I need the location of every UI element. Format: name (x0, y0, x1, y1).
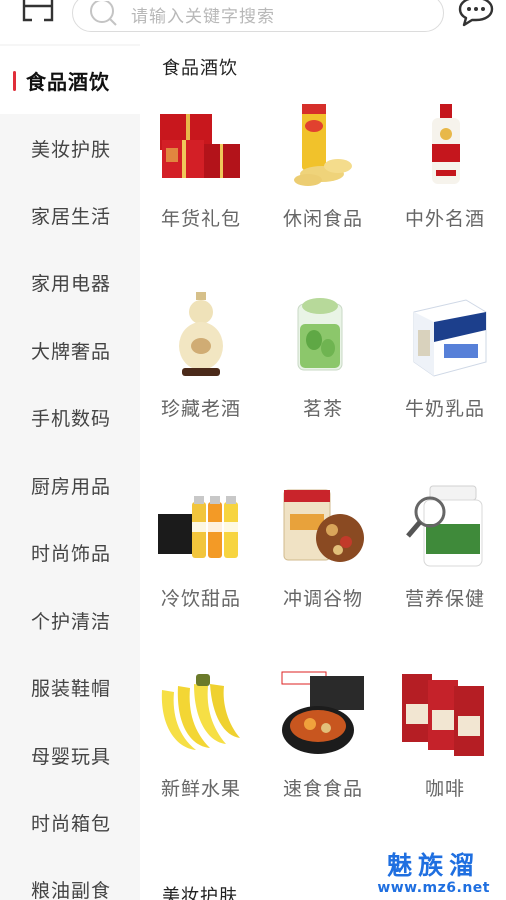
sidebar-item-home-living[interactable]: 家居生活 (0, 181, 140, 249)
gourd-bottle-icon (156, 290, 246, 380)
category-item-label: 年货礼包 (160, 208, 241, 230)
category-item-snacks[interactable]: 休闲食品 (262, 100, 384, 280)
sidebar-item-baby-toys[interactable]: 母婴玩具 (0, 721, 140, 789)
search-input[interactable]: 请输入关键字搜索 (72, 0, 444, 32)
sidebar-item-accessories[interactable]: 时尚饰品 (0, 518, 140, 586)
message-icon[interactable] (458, 0, 494, 28)
category-item-label: 冷饮甜品 (160, 588, 241, 610)
sidebar-item-digital[interactable]: 手机数码 (0, 383, 140, 451)
tea-glass-icon (278, 290, 368, 380)
section-title: 食品酒饮 (162, 58, 238, 79)
supplement-jar-icon (400, 480, 490, 570)
sidebar-item-label: 个护清洁 (31, 610, 112, 633)
sidebar-item-label: 手机数码 (31, 407, 112, 430)
banana-icon (156, 670, 246, 760)
category-item-label: 速食食品 (282, 778, 363, 800)
category-content: 食品酒饮 年货礼包 休闲食品 中外名酒 珍藏老酒 茗茶 牛奶乳品 冷饮甜品 冲调… (140, 44, 506, 900)
liquor-bottle-icon (400, 100, 490, 190)
category-item-instant-food[interactable]: 速食食品 (262, 670, 384, 850)
top-bar: 请输入关键字搜索 (0, 0, 506, 44)
category-item-tea[interactable]: 茗茶 (262, 290, 384, 470)
sidebar-item-label: 美妆护肤 (31, 138, 112, 161)
sidebar-item-grocery[interactable]: 粮油副食 (0, 855, 140, 900)
watermark: 魅族溜 www.mz6.net (377, 851, 490, 897)
juice-bottles-icon (156, 480, 246, 570)
milk-box-icon (400, 290, 490, 380)
category-item-label: 牛奶乳品 (404, 398, 485, 420)
watermark-url: www.mz6.net (377, 880, 490, 896)
category-item-nutrition[interactable]: 营养保健 (384, 480, 506, 660)
category-item-label: 珍藏老酒 (160, 398, 241, 420)
category-item-label: 新鲜水果 (160, 778, 241, 800)
sidebar-item-label: 家用电器 (31, 272, 112, 295)
category-sidebar: 食品酒饮 美妆护肤 家居生活 家用电器 大牌奢品 手机数码 厨房用品 时尚饰品 … (0, 44, 140, 900)
category-item-cold-drinks[interactable]: 冷饮甜品 (140, 480, 262, 660)
scan-icon[interactable] (22, 0, 54, 24)
category-item-coffee[interactable]: 咖啡 (384, 670, 506, 850)
sidebar-item-personal-care[interactable]: 个护清洁 (0, 586, 140, 654)
sidebar-item-label: 粮油副食 (31, 879, 112, 900)
search-icon (89, 0, 119, 27)
category-item-dairy[interactable]: 牛奶乳品 (384, 290, 506, 470)
sidebar-item-bags[interactable]: 时尚箱包 (0, 788, 140, 856)
gift-box-icon (156, 100, 246, 190)
category-item-label: 咖啡 (424, 778, 465, 800)
category-item-fresh-fruit[interactable]: 新鲜水果 (140, 670, 262, 850)
category-item-label: 茗茶 (302, 398, 343, 420)
coffee-box-icon (400, 670, 490, 760)
sidebar-item-kitchen[interactable]: 厨房用品 (0, 451, 140, 519)
category-item-cereal[interactable]: 冲调谷物 (262, 480, 384, 660)
sidebar-item-label: 服装鞋帽 (31, 677, 112, 700)
category-item-aged-liquor[interactable]: 珍藏老酒 (140, 290, 262, 470)
watermark-text: 魅族溜 (387, 851, 481, 880)
category-item-new-year-gift[interactable]: 年货礼包 (140, 100, 262, 280)
category-item-label: 中外名酒 (404, 208, 485, 230)
search-placeholder: 请输入关键字搜索 (131, 7, 275, 27)
category-item-liquor[interactable]: 中外名酒 (384, 100, 506, 280)
sidebar-item-label: 食品酒饮 (26, 69, 110, 94)
next-section-title: 美妆护肤 (162, 886, 238, 900)
sidebar-item-label: 家居生活 (31, 205, 112, 228)
sidebar-item-label: 厨房用品 (31, 475, 112, 498)
sidebar-item-label: 大牌奢品 (31, 340, 112, 363)
sidebar-item-appliances[interactable]: 家用电器 (0, 248, 140, 316)
category-item-label: 休闲食品 (282, 208, 363, 230)
sidebar-item-luxury[interactable]: 大牌奢品 (0, 316, 140, 384)
chips-can-icon (278, 100, 368, 190)
sidebar-item-label: 时尚饰品 (31, 542, 112, 565)
category-item-label: 冲调谷物 (282, 588, 363, 610)
cereal-jar-icon (278, 480, 368, 570)
sidebar-item-food-drink[interactable]: 食品酒饮 (0, 46, 140, 114)
instant-hotpot-icon (278, 670, 368, 760)
sidebar-item-label: 时尚箱包 (31, 812, 112, 835)
category-item-label: 营养保健 (404, 588, 485, 610)
sidebar-item-apparel[interactable]: 服装鞋帽 (0, 653, 140, 721)
sidebar-item-label: 母婴玩具 (31, 745, 112, 768)
sidebar-item-beauty[interactable]: 美妆护肤 (0, 114, 140, 182)
